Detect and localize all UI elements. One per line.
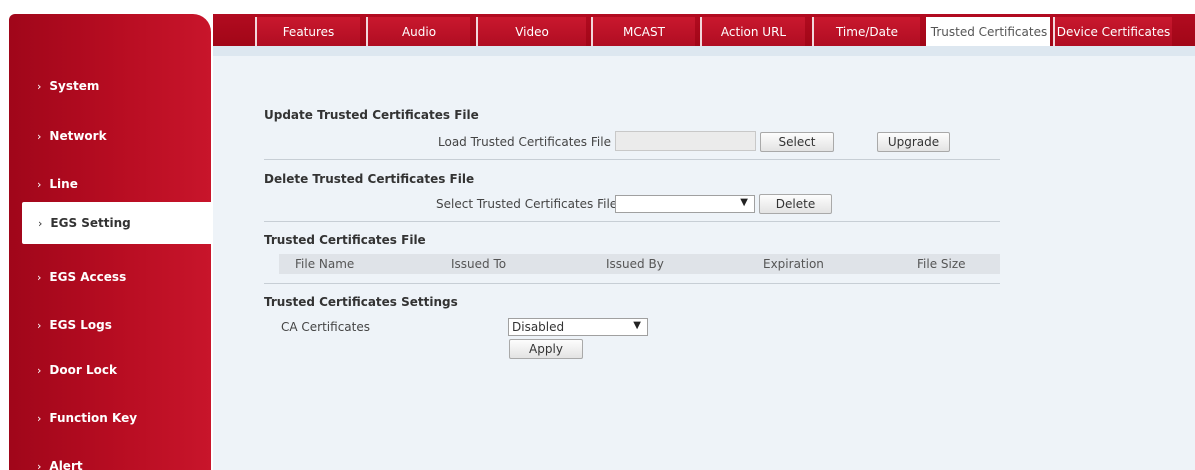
ca-certificates-select[interactable]: Disabled ▼ xyxy=(508,318,648,336)
chevron-down-icon: ▼ xyxy=(740,197,748,208)
sidebar-item-network[interactable]: › Network xyxy=(9,116,211,156)
sidebar-item-label: Line xyxy=(49,177,78,191)
tab-bar-shadow xyxy=(213,46,1195,56)
tab-trusted-certificates[interactable]: Trusted Certificates xyxy=(926,17,1050,46)
tab-mcast[interactable]: MCAST xyxy=(591,17,695,46)
section-divider xyxy=(264,159,1000,160)
column-header: Issued To xyxy=(451,257,507,271)
sidebar-item-egs-logs[interactable]: › EGS Logs xyxy=(9,305,211,345)
chevron-right-icon: › xyxy=(37,459,42,470)
sidebar-item-label: EGS Logs xyxy=(49,318,112,332)
select-value: Disabled xyxy=(512,320,565,334)
sidebar-item-label: Alert xyxy=(49,459,83,470)
chevron-right-icon: › xyxy=(38,216,43,230)
sidebar-item-label: EGS Setting xyxy=(50,216,131,230)
settings-section-title: Trusted Certificates Settings xyxy=(264,295,458,309)
sidebar-item-label: Door Lock xyxy=(49,363,117,377)
sidebar-item-label: System xyxy=(49,79,100,93)
chevron-right-icon: › xyxy=(37,318,42,332)
section-divider xyxy=(264,283,1000,284)
chevron-right-icon: › xyxy=(37,129,42,143)
apply-button[interactable]: Apply xyxy=(509,339,583,359)
delete-file-select[interactable]: ▼ xyxy=(615,195,755,213)
tab-action-url[interactable]: Action URL xyxy=(700,17,805,46)
sidebar-item-system[interactable]: › System xyxy=(9,66,211,106)
sidebar-item-alert[interactable]: › Alert xyxy=(9,446,211,470)
tab-features[interactable]: Features xyxy=(255,17,360,46)
main-content: Update Trusted Certificates File Load Tr… xyxy=(213,56,1195,470)
chevron-right-icon: › xyxy=(37,363,42,377)
tab-audio[interactable]: Audio xyxy=(366,17,470,46)
delete-section-title: Delete Trusted Certificates File xyxy=(264,172,475,186)
column-header: File Size xyxy=(917,257,966,271)
delete-button[interactable]: Delete xyxy=(759,194,832,214)
tab-device-certificates[interactable]: Device Certificates xyxy=(1053,17,1172,46)
sidebar-item-label: EGS Access xyxy=(49,270,127,284)
column-header: Expiration xyxy=(763,257,824,271)
sidebar-item-egs-access[interactable]: › EGS Access xyxy=(9,257,211,297)
load-file-field[interactable] xyxy=(615,131,756,151)
sidebar-item-door-lock[interactable]: › Door Lock xyxy=(9,350,211,390)
certificates-table-header: File Name Issued To Issued By Expiration… xyxy=(279,254,1000,274)
sidebar-item-function-key[interactable]: › Function Key xyxy=(9,398,211,438)
select-file-label: Select Trusted Certificates File xyxy=(436,197,618,211)
chevron-down-icon: ▼ xyxy=(633,320,641,331)
sidebar-item-line[interactable]: › Line xyxy=(9,164,211,204)
chevron-right-icon: › xyxy=(37,411,42,425)
sidebar-nav: › System › Network › Line › EGS Setting … xyxy=(9,14,211,470)
file-table-title: Trusted Certificates File xyxy=(264,233,426,247)
tab-video[interactable]: Video xyxy=(476,17,586,46)
sidebar-item-label: Network xyxy=(49,129,107,143)
column-header: Issued By xyxy=(606,257,664,271)
ca-certificates-label: CA Certificates xyxy=(281,320,370,334)
chevron-right-icon: › xyxy=(37,270,42,284)
section-divider xyxy=(264,221,1000,222)
load-file-label: Load Trusted Certificates File xyxy=(438,135,611,149)
tab-time-date[interactable]: Time/Date xyxy=(812,17,920,46)
chevron-right-icon: › xyxy=(37,177,42,191)
select-button[interactable]: Select xyxy=(760,132,834,152)
sidebar-item-label: Function Key xyxy=(49,411,138,425)
column-header: File Name xyxy=(295,257,355,271)
update-section-title: Update Trusted Certificates File xyxy=(264,108,479,122)
upgrade-button[interactable]: Upgrade xyxy=(877,132,950,152)
sidebar-item-egs-setting[interactable]: › EGS Setting xyxy=(22,202,211,244)
chevron-right-icon: › xyxy=(37,79,42,93)
